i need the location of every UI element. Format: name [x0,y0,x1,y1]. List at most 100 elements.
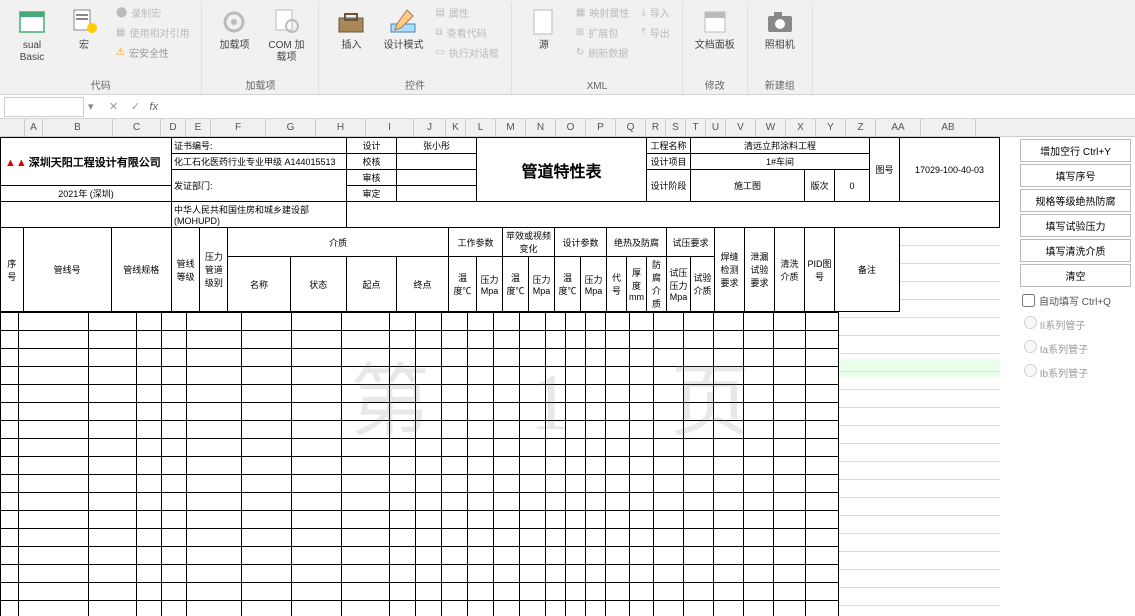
series-ia-item[interactable]: Ia系列管子 [1016,336,1135,360]
company-name: 深圳天阳工程设计有限公司 [29,157,161,169]
table-row[interactable] [1,385,839,403]
insert-button[interactable]: 插入 [327,2,375,56]
table-row[interactable] [1,583,839,601]
properties-button[interactable]: ▤属性 [431,2,502,22]
accept-formula-button[interactable]: ✓ [126,100,146,113]
col-header-A[interactable]: A [25,119,43,136]
characteristic-table: ▲▲深圳天阳工程设计有限公司 证书编号: 设计 张小彤 管道特性表 工程名称 清… [0,137,1000,616]
doc-panel-button[interactable]: 文档面板 [691,2,739,56]
clear-button[interactable]: 清空 [1020,264,1131,287]
table-row[interactable] [1,457,839,475]
import-icon: ⤓ [641,7,645,18]
col-header-D[interactable]: D [161,119,186,136]
fill-clean-button[interactable]: 填写清洗介质 [1020,239,1131,262]
col-header-C[interactable]: C [113,119,161,136]
col-header-U[interactable]: U [706,119,726,136]
formula-input[interactable] [164,97,1135,117]
col-header-X[interactable]: X [786,119,816,136]
col-header-S[interactable]: S [666,119,686,136]
macro-security-button[interactable]: ⚠宏安全性 [112,42,193,62]
addins-button[interactable]: 加载项 [210,2,258,56]
group-addins-label: 加载项 [210,75,310,94]
map-icon: ▦ [576,7,585,18]
gear-doc-icon [270,6,302,38]
col-header-G[interactable]: G [266,119,316,136]
import-button[interactable]: ⤓导入 [637,2,673,22]
col-header-W[interactable]: W [756,119,786,136]
namebox-dropdown-icon[interactable]: ▾ [88,100,94,113]
select-all-corner[interactable] [0,119,25,136]
table-row[interactable] [1,529,839,547]
col-header-P[interactable]: P [586,119,616,136]
run-dialog-button[interactable]: ▭执行对话框 [431,42,502,62]
fx-label[interactable]: fx [150,101,159,113]
group-modify-label: 修改 [691,75,739,94]
col-header-O[interactable]: O [556,119,586,136]
col-header-AB[interactable]: AB [921,119,976,136]
add-row-button[interactable]: 增加空行 Ctrl+Y [1020,139,1131,162]
col-header-T[interactable]: T [686,119,706,136]
col-header-B[interactable]: B [43,119,113,136]
props-icon: ▤ [435,7,444,18]
col-header-K[interactable]: K [446,119,466,136]
table-row[interactable] [1,403,839,421]
vb-icon [16,6,48,38]
table-row[interactable] [1,367,839,385]
col-header-H[interactable]: H [316,119,366,136]
auto-fill-checkbox[interactable]: 自动填写 Ctrl+Q [1016,289,1135,312]
table-row[interactable] [1,439,839,457]
visual-basic-button[interactable]: sual Basic [8,2,56,68]
relative-ref-button[interactable]: ▦使用相对引用 [112,22,193,42]
col-header-L[interactable]: L [466,119,496,136]
col-header-I[interactable]: I [366,119,414,136]
table-row[interactable] [1,493,839,511]
record-macro-button[interactable]: ⬤录制宏 [112,2,193,22]
macro-button[interactable]: 宏 [60,2,108,56]
table-row[interactable] [1,565,839,583]
col-header-M[interactable]: M [496,119,526,136]
camera-icon [764,6,796,38]
name-box[interactable] [4,97,84,117]
fill-seq-button[interactable]: 填写序号 [1020,164,1131,187]
table-row[interactable] [1,547,839,565]
table-row[interactable] [1,475,839,493]
col-header-F[interactable]: F [211,119,266,136]
col-header-J[interactable]: J [414,119,446,136]
table-row[interactable] [1,349,839,367]
refresh-data-button[interactable]: ↻刷新数据 [572,42,633,62]
col-header-Y[interactable]: Y [816,119,846,136]
cancel-formula-button[interactable]: ✕ [104,100,124,113]
col-header-E[interactable]: E [186,119,211,136]
macro-icon [68,6,100,38]
view-code-button[interactable]: ⧉查看代码 [431,22,502,42]
map-props-button[interactable]: ▦映射属性 [572,2,633,22]
series-ib-item[interactable]: Ib系列管子 [1016,360,1135,384]
col-header-V[interactable]: V [726,119,756,136]
source-icon [528,6,560,38]
record-icon: ⬤ [116,7,127,18]
xml-source-button[interactable]: 源 [520,2,568,56]
table-row[interactable] [1,313,839,331]
col-header-AA[interactable]: AA [876,119,921,136]
series-ii-item[interactable]: II系列管子 [1016,312,1135,336]
col-header-N[interactable]: N [526,119,556,136]
table-row[interactable] [1,331,839,349]
design-mode-button[interactable]: 设计模式 [379,2,427,56]
com-addins-button[interactable]: COM 加载项 [262,2,310,68]
col-header-R[interactable]: R [646,119,666,136]
fill-grade-button[interactable]: 规格等级绝热防腐 [1020,189,1131,212]
camera-button[interactable]: 照相机 [756,2,804,56]
export-button[interactable]: ⤒导出 [637,22,673,42]
table-row[interactable] [1,601,839,616]
fill-test-press-button[interactable]: 填写试验压力 [1020,214,1131,237]
group-xml-label: XML [520,79,674,94]
macro-label: 宏 [79,40,89,52]
group-new-label: 新建组 [756,75,804,94]
expand-pack-button[interactable]: ⊞扩展包 [572,22,633,42]
table-row[interactable] [1,421,839,439]
table-row[interactable] [1,511,839,529]
col-header-Q[interactable]: Q [616,119,646,136]
dialog-icon: ▭ [435,47,444,58]
formula-bar: ▾ ✕ ✓ fx [0,95,1135,119]
col-header-Z[interactable]: Z [846,119,876,136]
